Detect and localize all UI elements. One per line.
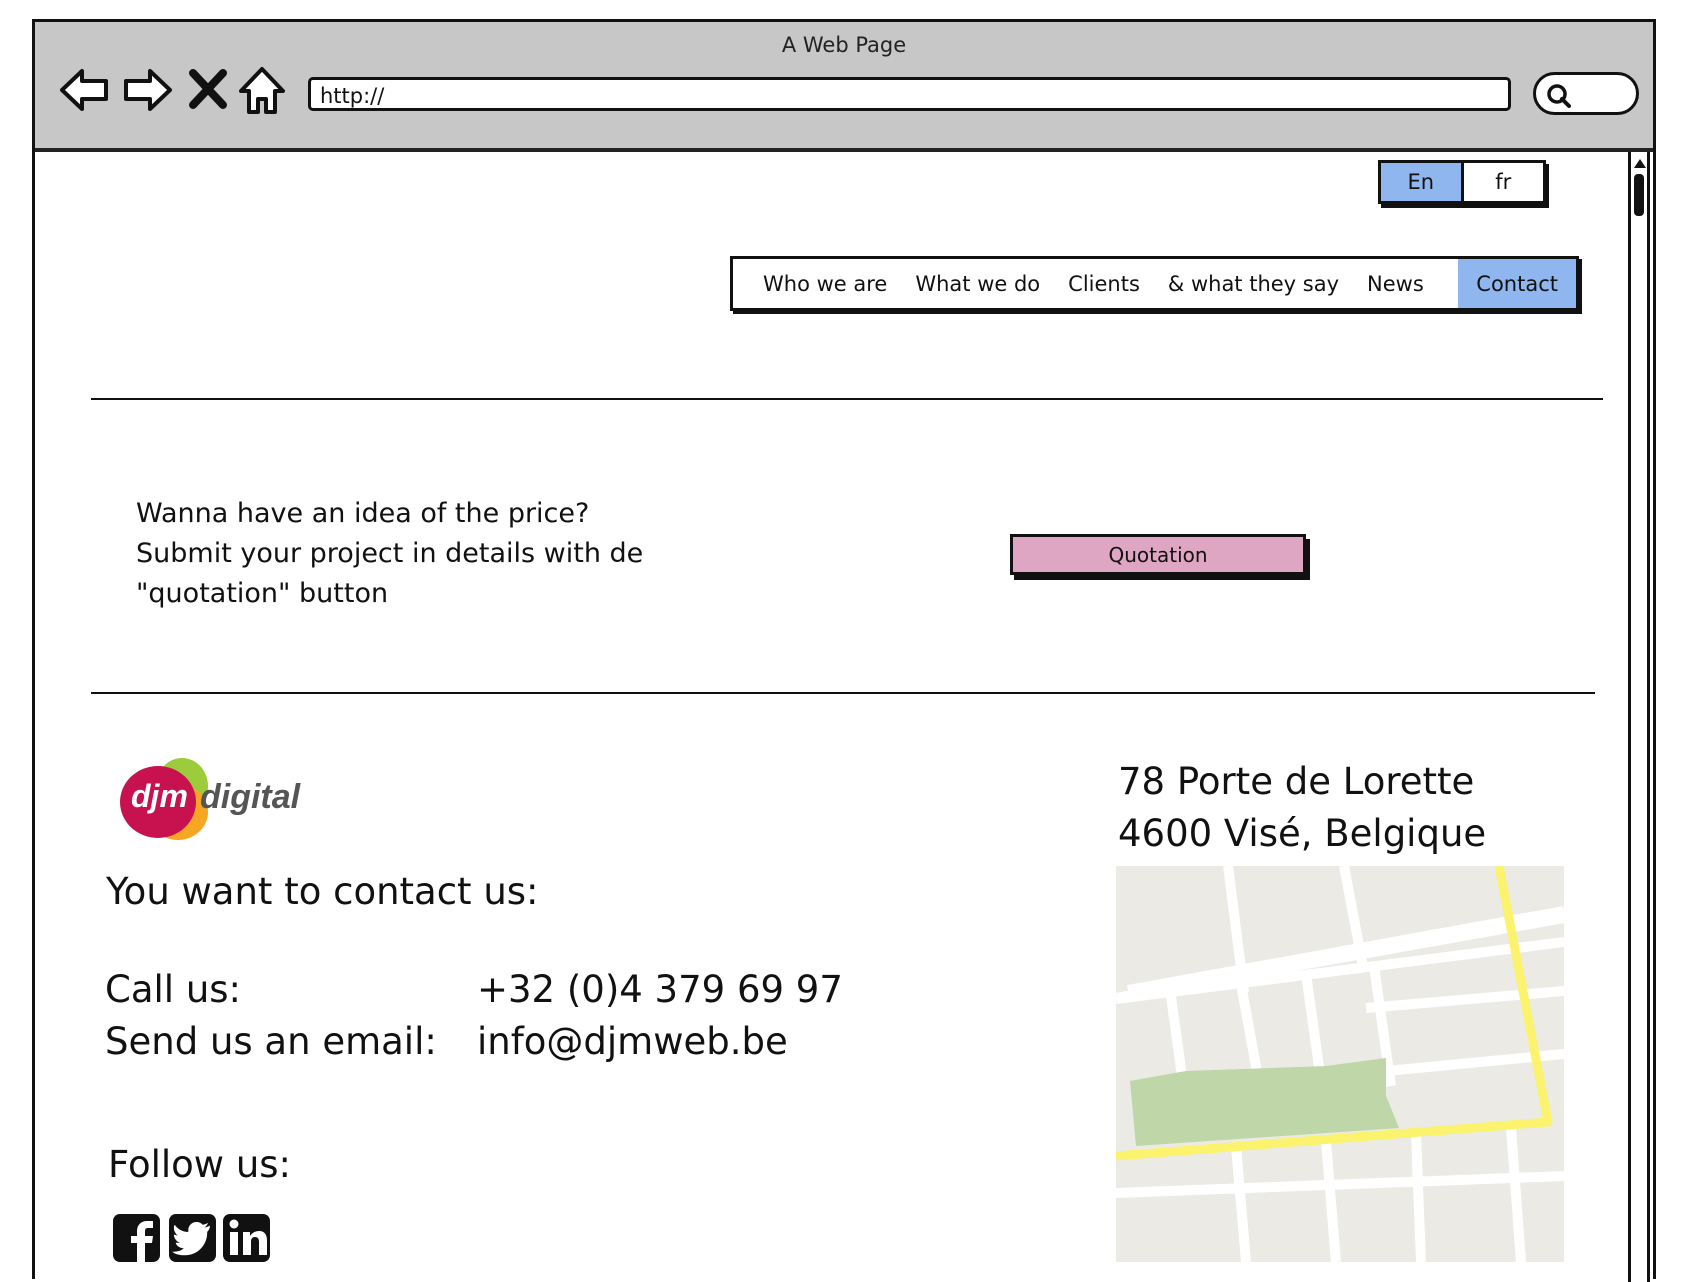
divider-top [91,398,1603,400]
logo-brand-text: djm [131,778,188,814]
email-link[interactable]: info@djmweb.be [477,1020,788,1063]
email-label: Send us an email: [105,1020,437,1063]
contact-email-row: Send us an email: info@djmweb.be [105,1020,788,1063]
location-map[interactable] [1116,866,1564,1262]
quotation-prompt-line: Submit your project in details with de [136,538,644,569]
quotation-prompt-line: Wanna have an idea of the price? [136,498,590,529]
close-icon[interactable] [181,63,235,117]
address-street: 78 Porte de Lorette [1118,760,1475,803]
scrollbar-thumb[interactable] [1634,174,1644,216]
language-switcher: En fr [1378,160,1546,204]
window-title: A Web Page [781,33,907,57]
scroll-up-arrow-icon[interactable] [1632,156,1648,170]
url-text: http:// [320,84,385,108]
call-label: Call us: [105,968,242,1011]
divider-bottom [91,692,1595,694]
home-icon[interactable] [235,63,289,117]
address-city: 4600 Visé, Belgique [1118,812,1487,855]
contact-phone-row: Call us: +32 (0)4 379 69 97 [105,968,843,1011]
nav-item-who-we-are[interactable]: Who we are [733,259,901,308]
facebook-icon[interactable] [112,1213,161,1263]
quotation-prompt-line: "quotation" button [136,578,389,609]
quotation-prompt: Wanna have an idea of the price? Submit … [136,494,756,614]
nav-item-clients[interactable]: Clients [1054,259,1154,308]
main-navigation: Who we are What we do Clients & what the… [730,256,1579,311]
phone-number[interactable]: +32 (0)4 379 69 97 [477,968,843,1011]
url-input[interactable]: http:// [308,77,1511,111]
language-option-fr[interactable]: fr [1464,163,1544,201]
browser-search-input[interactable] [1533,72,1639,115]
back-arrow-icon[interactable] [58,63,112,117]
nav-item-news[interactable]: News [1353,259,1438,308]
forward-arrow-icon[interactable] [120,63,174,117]
twitter-icon[interactable] [168,1213,217,1263]
follow-label: Follow us: [108,1143,292,1186]
nav-item-what-we-do[interactable]: What we do [901,259,1054,308]
quotation-button[interactable]: Quotation [1010,534,1306,575]
linkedin-icon[interactable] [222,1213,271,1263]
vertical-scrollbar[interactable] [1628,152,1650,1282]
contact-heading: You want to contact us: [106,870,539,913]
language-option-en[interactable]: En [1381,163,1464,201]
nav-item-contact[interactable]: Contact [1458,259,1576,308]
address-block: 78 Porte de Lorette 4600 Visé, Belgique [1118,756,1486,860]
browser-toolbar: A Web Page http:// [35,22,1653,152]
djm-digital-logo: djm digital [120,752,310,844]
logo-word-text: digital [200,778,301,816]
search-icon [1547,84,1571,108]
nav-item-what-they-say[interactable]: & what they say [1154,259,1353,308]
